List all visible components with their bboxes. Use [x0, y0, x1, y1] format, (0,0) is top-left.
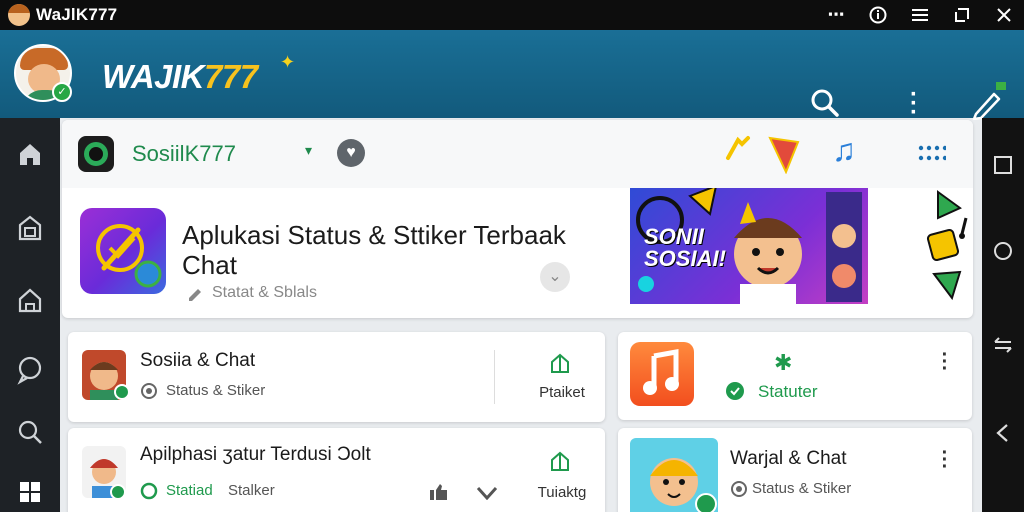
app-thumbnail [630, 438, 718, 512]
search-icon[interactable] [810, 88, 840, 118]
square-icon[interactable] [992, 154, 1014, 176]
featured-app-card: SosiilK777 ▾ ♥ ♫ Aplukasi Status & Sttik… [62, 120, 973, 318]
channel-name[interactable]: SosiilK777 [132, 141, 236, 167]
item-subtitle: Statuter [758, 382, 818, 401]
item-title[interactable]: Sosiia & Chat [140, 350, 255, 372]
chevron-down-icon[interactable]: ▾ [305, 142, 312, 159]
apps-grid-icon[interactable] [918, 144, 946, 164]
app-list-item[interactable]: Warjal & Chat Status & Stiker · · · [618, 428, 972, 512]
brand-logo: WAJIK777 [102, 58, 258, 95]
banner-title: SONII SOSIAI! [644, 224, 726, 271]
app-title[interactable]: Aplukasi Status & Sttiker Terbaak Chat [182, 220, 592, 280]
divider [494, 350, 495, 404]
more-icon[interactable]: ⋯ [826, 5, 846, 25]
channel-row: SosiilK777 ▾ ♥ ♫ [62, 120, 973, 188]
music-app-icon [630, 342, 694, 406]
arrow-sticker-icon [726, 136, 750, 160]
promo-banner[interactable]: SONII SOSIAI! [630, 188, 973, 304]
left-sidebar [0, 118, 60, 512]
app-list-item[interactable]: Sosiia & Chat Status & Stiker Ptaiket [68, 332, 605, 422]
status-icon [731, 481, 747, 497]
window-title-bar: WaJlK777 ⋯ [0, 0, 1024, 30]
action-label[interactable]: Ptaiket [520, 384, 604, 401]
more-options-icon[interactable]: · · · [940, 443, 950, 477]
app-list-item[interactable]: Apilphasi ʒatur Terdusi Ɔolt Statiad Sta… [68, 428, 605, 512]
app-logo-icon [8, 4, 30, 26]
window-title: WaJlK777 [36, 5, 118, 24]
sticker-cluster-icon [926, 190, 968, 301]
item-subtitle-secondary: Stalker [228, 482, 275, 499]
close-icon[interactable] [994, 5, 1014, 25]
right-system-nav [982, 118, 1024, 512]
item-title[interactable]: Warjal & Chat [730, 448, 847, 470]
channel-avatar[interactable] [78, 136, 114, 172]
item-subtitle: Status & Stiker [166, 382, 266, 399]
item-subtitle: Status & Stiker [752, 480, 852, 497]
search-icon[interactable] [14, 416, 46, 448]
verified-badge-icon: ✓ [52, 82, 72, 102]
expand-button[interactable]: ⌄ [540, 262, 570, 292]
menu-icon[interactable] [910, 5, 930, 25]
app-subtitle: Statat & Sblals [186, 284, 317, 302]
app-icon[interactable] [80, 208, 166, 294]
window-controls: ⋯ [826, 0, 1014, 30]
action-label[interactable]: Tuiaktg [520, 484, 604, 501]
switch-icon[interactable] [992, 334, 1014, 356]
home-outline-icon[interactable] [14, 284, 46, 316]
home-icon[interactable] [14, 138, 46, 170]
share-icon[interactable] [548, 352, 572, 376]
chevron-down-icon[interactable] [476, 486, 498, 500]
online-badge-icon [110, 484, 126, 500]
guitar-pick-icon [768, 136, 800, 174]
more-options-icon[interactable]: · · · [908, 83, 920, 125]
status-icon [141, 383, 157, 399]
restore-icon[interactable] [952, 5, 972, 25]
heart-icon[interactable]: ♥ [337, 139, 365, 167]
app-list-item[interactable]: ✱ Statuter · · · [618, 332, 972, 420]
windows-icon[interactable] [14, 476, 46, 508]
item-title[interactable]: Apilphasi ʒatur Terdusi Ɔolt [140, 444, 371, 466]
share-icon[interactable] [548, 450, 572, 474]
sparkle-icon: ✦ [280, 52, 296, 72]
music-note-icon: ♫ [832, 132, 856, 168]
info-icon[interactable] [868, 5, 888, 25]
edit-icon[interactable] [966, 80, 1006, 120]
thumbs-up-icon[interactable] [428, 482, 450, 502]
circle-icon[interactable] [992, 240, 1014, 262]
more-options-icon[interactable]: · · · [940, 345, 950, 379]
status-icon [140, 482, 158, 500]
pencil-icon [189, 289, 201, 301]
star-icon: ✱ [774, 350, 793, 375]
chat-icon[interactable] [14, 354, 46, 386]
app-header: ✓ WAJIK777 ✦ · · · [0, 30, 1024, 125]
whatsapp-icon [726, 382, 744, 400]
store-icon[interactable] [14, 212, 46, 244]
online-badge-icon [114, 384, 130, 400]
back-icon[interactable] [992, 422, 1014, 444]
item-subtitle: Statiad [166, 482, 213, 499]
